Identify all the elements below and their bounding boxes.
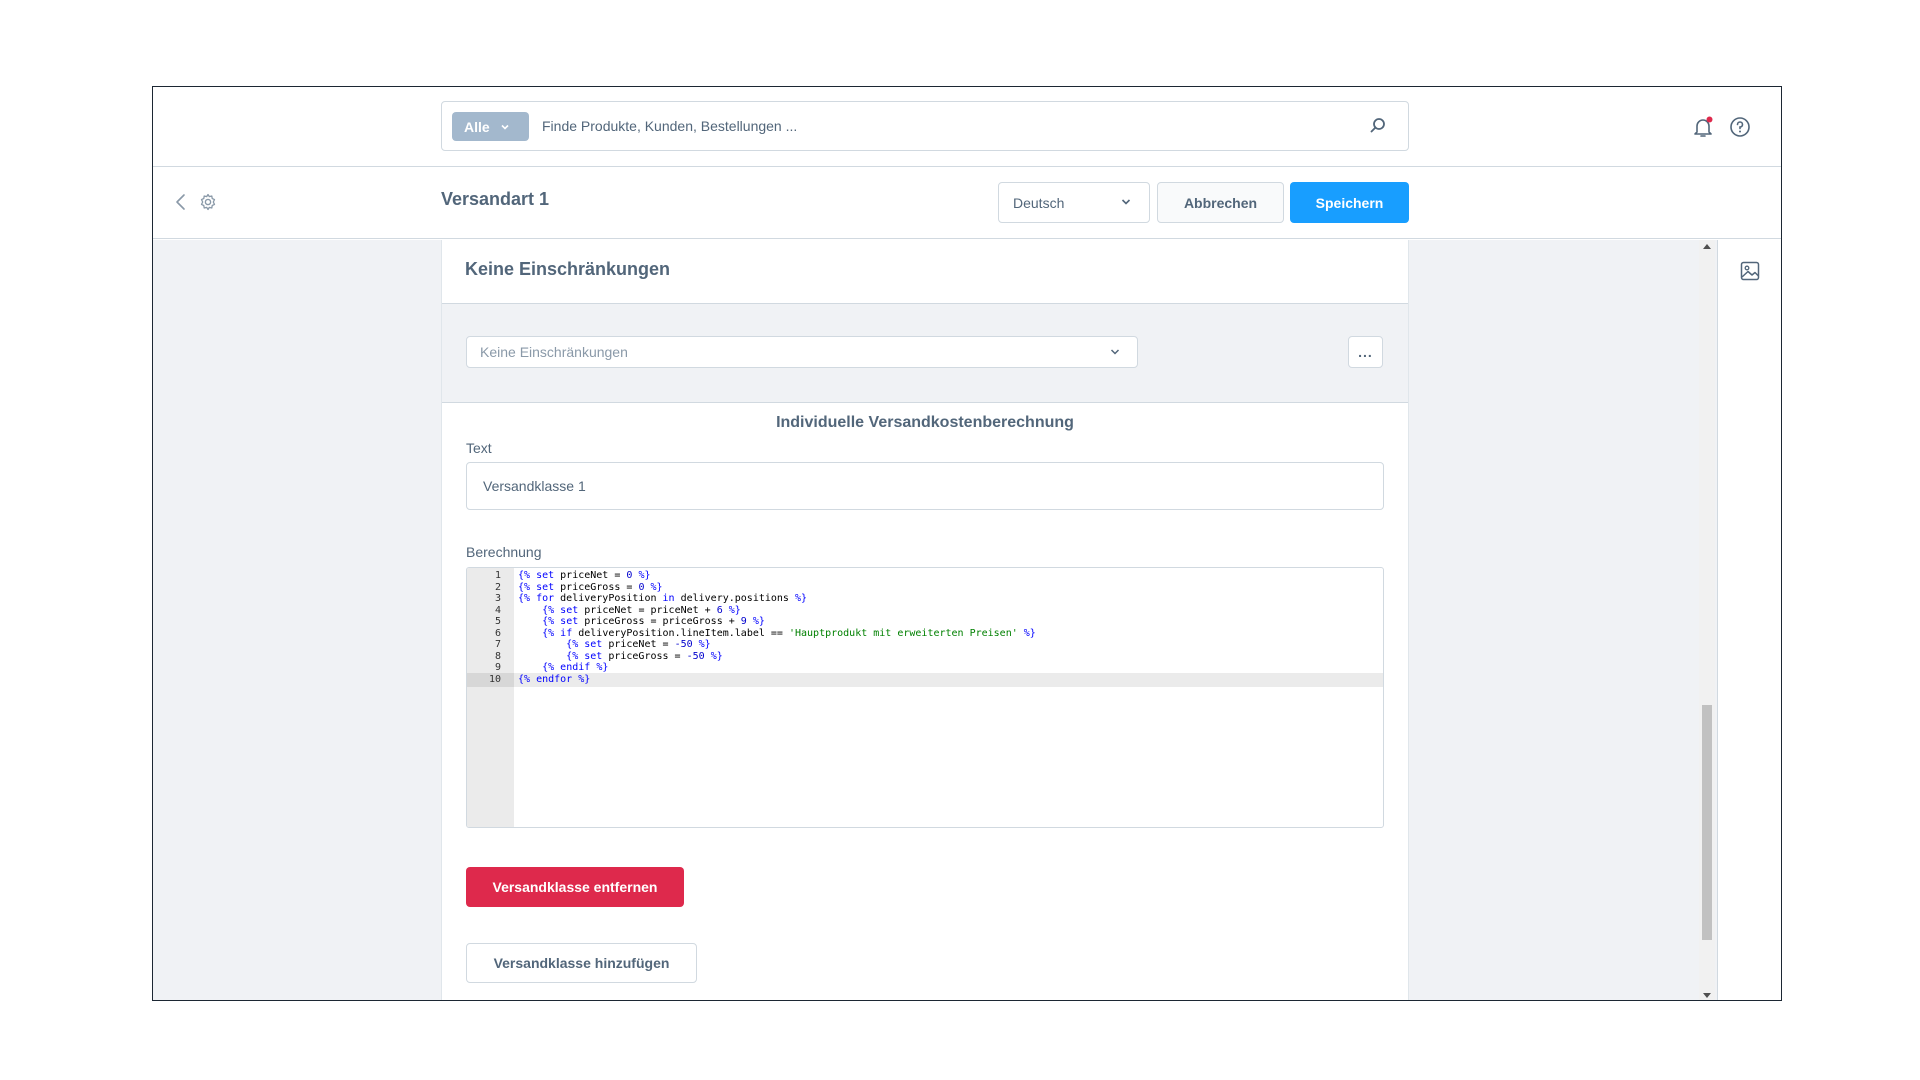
right-sidebar xyxy=(1717,240,1781,1000)
bell-icon[interactable] xyxy=(1691,115,1715,139)
more-options-button[interactable]: ... xyxy=(1348,336,1383,368)
rule-select[interactable]: Keine Einschränkungen xyxy=(466,336,1138,368)
chevron-down-icon xyxy=(1121,199,1131,205)
chevron-down-icon xyxy=(1110,349,1120,355)
save-button[interactable]: Speichern xyxy=(1290,182,1409,223)
search-input[interactable] xyxy=(542,102,1342,150)
search-icon[interactable] xyxy=(1368,116,1388,136)
remove-shipping-class-button[interactable]: Versandklasse entfernen xyxy=(466,867,684,907)
language-label: Deutsch xyxy=(1013,194,1065,211)
page-title: Versandart 1 xyxy=(441,189,550,209)
line-number: 10 xyxy=(467,672,514,687)
scrollbar-thumb[interactable] xyxy=(1702,705,1712,940)
code-line[interactable]: 10 {% endfor %} xyxy=(467,672,1383,687)
code-text: {% endfor %} xyxy=(518,673,591,685)
scroll-up-arrow-icon[interactable] xyxy=(1703,244,1711,249)
add-shipping-class-button[interactable]: Versandklasse hinzufügen xyxy=(466,943,697,983)
chevron-down-icon xyxy=(501,124,509,130)
scrollbar[interactable] xyxy=(1699,240,1715,1000)
gear-icon[interactable] xyxy=(199,193,217,211)
text-field[interactable]: Versandklasse 1 xyxy=(466,462,1384,510)
card-header: Keine Einschränkungen xyxy=(442,240,1408,304)
rule-select-placeholder: Keine Einschränkungen xyxy=(480,344,628,360)
content-area: Keine Einschränkungen Keine Einschränkun… xyxy=(153,240,1781,1000)
search-type-label: Alle xyxy=(464,118,490,135)
section-title: Individuelle Versandkostenberechnung xyxy=(776,414,1074,431)
calculation-label: Berechnung xyxy=(466,544,542,560)
rule-selection-area: Keine Einschränkungen ... xyxy=(442,304,1408,403)
help-icon[interactable] xyxy=(1729,116,1751,138)
language-switch[interactable]: Deutsch xyxy=(998,182,1150,223)
top-bar: Alle xyxy=(153,87,1781,167)
search-type-dropdown[interactable]: Alle xyxy=(452,112,529,141)
text-label: Text xyxy=(466,440,492,456)
cancel-button[interactable]: Abbrechen xyxy=(1157,182,1284,223)
scroll-down-arrow-icon[interactable] xyxy=(1703,993,1711,998)
back-arrow-icon[interactable] xyxy=(171,192,191,212)
shipping-price-card: Keine Einschränkungen Keine Einschränkun… xyxy=(441,240,1409,1000)
global-search: Alle xyxy=(441,101,1409,151)
admin-window: Alle Versandart 1 Deutsch Abbrechen Spei… xyxy=(152,86,1782,1001)
code-editor[interactable]: 1 {% set priceNet = 0 %} 2 {% set priceGros… xyxy=(466,567,1384,828)
image-icon[interactable] xyxy=(1739,260,1761,282)
smart-bar: Versandart 1 Deutsch Abbrechen Speichern xyxy=(153,167,1781,239)
card-title: Keine Einschränkungen xyxy=(465,259,671,279)
